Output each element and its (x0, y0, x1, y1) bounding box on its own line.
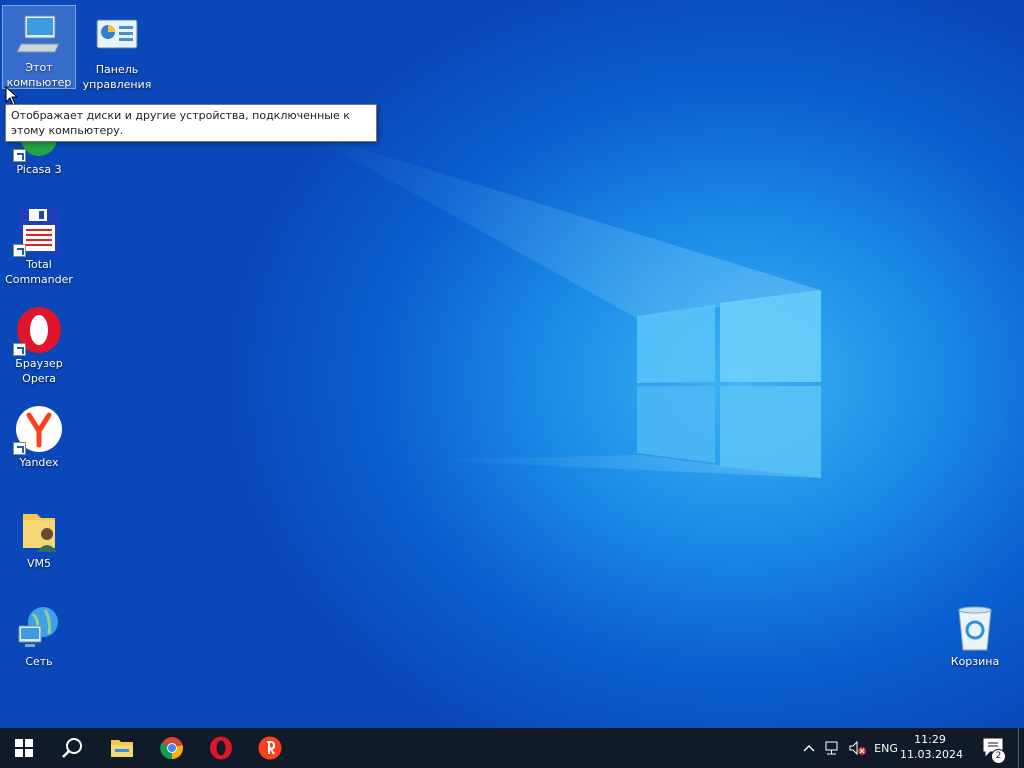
speaker-muted-icon (849, 740, 866, 756)
yandex-browser-button[interactable] (246, 728, 294, 768)
desktop-icon-label: Total Commander (5, 258, 73, 286)
desktop-icon-label: Панель управления (82, 63, 152, 91)
show-hidden-icons-button[interactable] (798, 728, 820, 768)
network-icon (15, 604, 63, 652)
shortcut-arrow-icon (13, 442, 26, 455)
opera-taskbar-button[interactable] (197, 728, 245, 768)
start-icon (15, 739, 33, 757)
start-button[interactable] (0, 728, 48, 768)
shortcut-arrow-icon (13, 149, 26, 162)
show-desktop-button[interactable] (1018, 728, 1024, 768)
desktop-icon-yandex[interactable]: Yandex (3, 401, 75, 470)
desktop-icon-label: Браузер Opera (15, 357, 63, 385)
yandex-icon (13, 405, 63, 455)
desktop-icon-label: Сеть (25, 655, 53, 668)
desktop-icon-label: Picasa 3 (16, 163, 62, 176)
file-explorer-icon (111, 740, 133, 757)
desktop-icon-opera[interactable]: Браузер Opera (3, 302, 75, 386)
network-tray-button[interactable] (822, 728, 844, 768)
action-center-button[interactable]: 2 (978, 728, 1010, 768)
clock-date: 11.03.2024 (900, 748, 963, 761)
chrome-icon (160, 737, 183, 760)
desktop-icon-control-panel[interactable]: Панель управления (81, 8, 153, 92)
recycle-bin-icon (951, 604, 999, 652)
taskbar: ENG 11:29 11.03.2024 2 (0, 728, 1024, 768)
file-explorer-button[interactable] (98, 728, 146, 768)
total-commander-icon (13, 207, 63, 257)
network-status-icon (825, 741, 838, 755)
shortcut-arrow-icon (13, 343, 26, 356)
opera-icon (13, 306, 63, 356)
user-folder-icon (15, 506, 63, 554)
language-indicator[interactable]: ENG (870, 728, 902, 768)
desktop-icon-label: Yandex (19, 456, 59, 469)
windows-logo-wallpaper (637, 290, 821, 478)
clock[interactable]: 11:29 11.03.2024 (900, 732, 963, 762)
desktop-icon-label: VM5 (26, 557, 51, 570)
tooltip: Отображает диски и другие устройства, по… (5, 104, 377, 142)
computer-icon (15, 10, 63, 58)
volume-tray-button[interactable] (846, 728, 868, 768)
control-panel-icon (93, 12, 141, 60)
desktop-icon-vm5[interactable]: VM5 (3, 502, 75, 571)
chrome-button[interactable] (148, 728, 196, 768)
desktop[interactable]: Этот компьютер Панель управления Picasa … (0, 0, 1024, 728)
notification-count-badge: 2 (991, 749, 1006, 764)
shortcut-arrow-icon (13, 244, 26, 257)
desktop-icon-recycle-bin[interactable]: Корзина (939, 600, 1011, 669)
search-icon (62, 738, 82, 758)
desktop-icon-this-pc[interactable]: Этот компьютер (2, 5, 76, 89)
opera-icon (210, 736, 232, 760)
desktop-icon-total-commander[interactable]: Total Commander (3, 203, 75, 287)
mouse-cursor-icon (5, 86, 19, 106)
desktop-icon-network[interactable]: Сеть (3, 600, 75, 669)
search-button[interactable] (48, 728, 96, 768)
yandex-browser-icon (258, 736, 282, 760)
desktop-icon-label: Корзина (950, 655, 1000, 668)
clock-time: 11:29 (914, 733, 946, 746)
chevron-up-icon (803, 745, 815, 752)
